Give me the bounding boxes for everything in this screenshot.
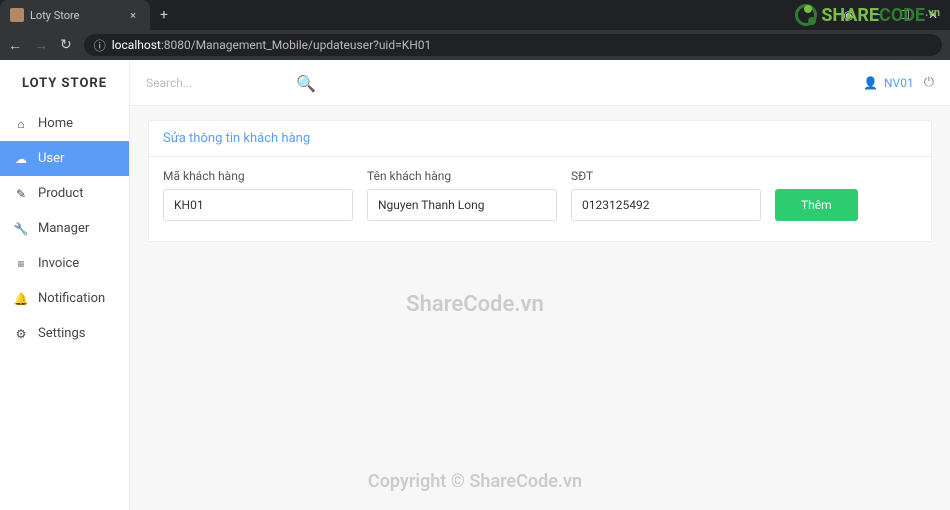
sidebar-item-label: Manager	[38, 221, 89, 236]
sidebar: LOTY STORE ⌂ Home ☁ User ✎ Product 🔧 Man…	[0, 60, 130, 510]
user-icon: ☁	[14, 152, 28, 166]
sidebar-item-product[interactable]: ✎ Product	[0, 176, 129, 211]
gears-icon: ⚙	[14, 327, 28, 341]
label-customer-id: Mã khách hàng	[163, 169, 353, 183]
user-name: NV01	[884, 76, 914, 90]
panel-title: Sửa thông tin khách hàng	[149, 121, 931, 157]
input-customer-name[interactable]	[367, 189, 557, 221]
sidebar-item-label: Product	[38, 186, 83, 201]
wrench-icon: 🔧	[14, 222, 28, 236]
edit-icon: ✎	[14, 187, 28, 201]
power-icon[interactable]: ⏻	[924, 75, 934, 90]
list-icon: ≡	[14, 257, 28, 271]
tab-close-icon[interactable]: ×	[126, 9, 140, 22]
url-input[interactable]: ⓘ localhost:8080/Management_Mobile/updat…	[84, 34, 942, 56]
new-tab-button[interactable]: +	[150, 7, 178, 23]
sidebar-item-home[interactable]: ⌂ Home	[0, 106, 129, 141]
input-customer-id[interactable]	[163, 189, 353, 221]
minimize-icon[interactable]: —	[872, 8, 881, 22]
label-customer-name: Tên khách hàng	[367, 169, 557, 183]
forward-icon[interactable]: →	[34, 37, 48, 54]
sidebar-item-label: Settings	[38, 326, 85, 341]
sidebar-item-label: Invoice	[38, 256, 79, 271]
user-menu[interactable]: 👤 NV01 ⏻	[863, 75, 934, 90]
field-customer-id: Mã khách hàng	[163, 169, 353, 221]
sidebar-item-invoice[interactable]: ≡ Invoice	[0, 246, 129, 281]
sidebar-item-label: Home	[38, 116, 73, 131]
edit-user-panel: Sửa thông tin khách hàng Mã khách hàng T…	[148, 120, 932, 242]
sidebar-item-manager[interactable]: 🔧 Manager	[0, 211, 129, 246]
window-controls: ◉ — ☐ ✕	[831, 8, 950, 22]
bell-icon: 🔔	[14, 292, 28, 306]
account-icon[interactable]: ◉	[843, 8, 853, 22]
input-phone[interactable]	[571, 189, 761, 221]
user-avatar-icon: 👤	[863, 76, 878, 90]
sidebar-item-label: Notification	[38, 291, 105, 306]
url-text: localhost:8080/Management_Mobile/updateu…	[112, 38, 432, 52]
maximize-icon[interactable]: ☐	[899, 8, 910, 22]
close-window-icon[interactable]: ✕	[928, 8, 938, 22]
topbar: 🔍 👤 NV01 ⏻	[130, 60, 950, 106]
search-icon[interactable]: 🔍	[296, 74, 316, 93]
label-phone: SĐT	[571, 169, 761, 183]
search-input[interactable]	[146, 70, 316, 96]
browser-tab[interactable]: Loty Store ×	[0, 0, 150, 30]
brand-logo[interactable]: LOTY STORE	[0, 60, 129, 106]
reload-icon[interactable]: ↻	[60, 37, 72, 53]
back-icon[interactable]: ←	[8, 37, 22, 54]
sidebar-item-label: User	[38, 151, 64, 166]
site-info-icon[interactable]: ⓘ	[94, 37, 106, 54]
browser-titlebar: Loty Store × + ◉ — ☐ ✕	[0, 0, 950, 30]
field-phone: SĐT	[571, 169, 761, 221]
sidebar-item-user[interactable]: ☁ User	[0, 141, 129, 176]
add-button[interactable]: Thêm	[775, 189, 858, 221]
sidebar-item-notification[interactable]: 🔔 Notification	[0, 281, 129, 316]
browser-address-bar: ← → ↻ ⓘ localhost:8080/Management_Mobile…	[0, 30, 950, 60]
sidebar-item-settings[interactable]: ⚙ Settings	[0, 316, 129, 351]
tab-favicon	[10, 8, 24, 22]
field-customer-name: Tên khách hàng	[367, 169, 557, 221]
tab-title: Loty Store	[30, 9, 79, 22]
home-icon: ⌂	[14, 117, 28, 131]
